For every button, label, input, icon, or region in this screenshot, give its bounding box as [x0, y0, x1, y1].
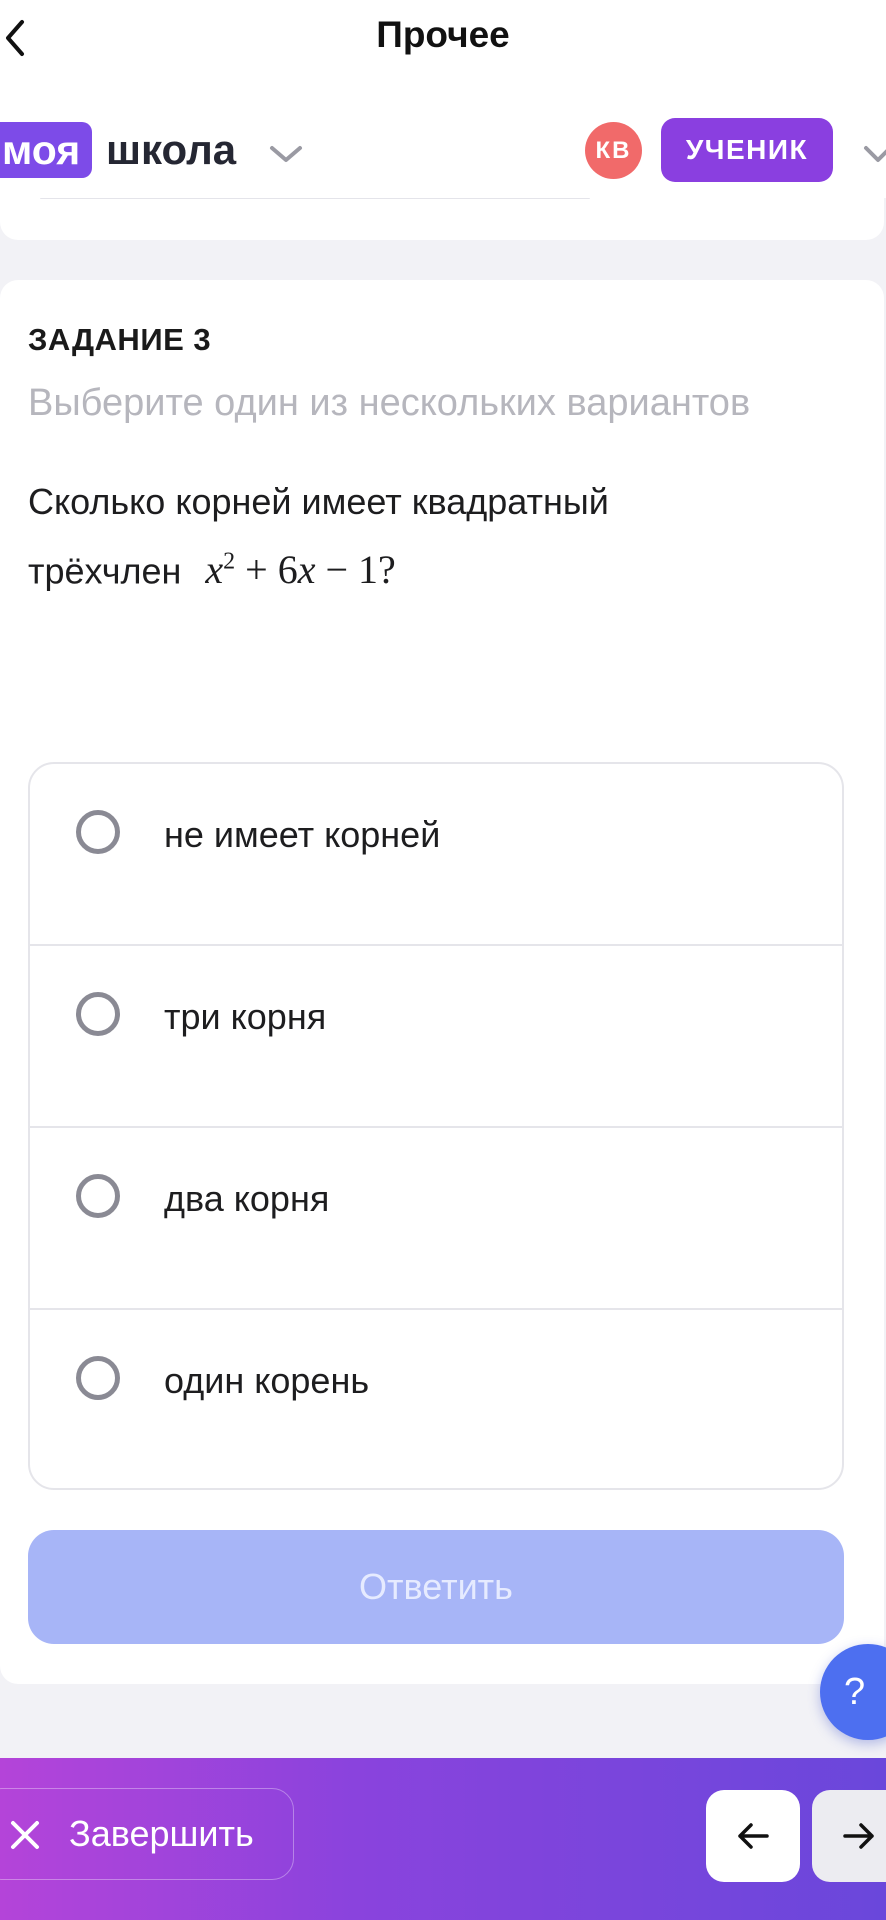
formula: x2 + 6x − 1? [205, 547, 396, 593]
option-label: не имеет корней [164, 814, 441, 855]
avatar[interactable]: КВ [585, 122, 642, 179]
option-label: два корня [164, 1178, 330, 1219]
finish-button[interactable]: Завершить [0, 1788, 294, 1880]
chevron-down-icon[interactable] [268, 144, 304, 169]
next-question-button[interactable] [812, 1790, 886, 1882]
task-instruction: Выберите один из нескольких вариантов [28, 382, 751, 424]
close-icon [7, 1817, 43, 1858]
question-text: Сколько корней имеет квадратный трёхчлен… [28, 472, 848, 601]
answer-options: не имеет корней три корня два корня один… [28, 762, 844, 1490]
radio-button[interactable] [76, 1174, 120, 1218]
top-bar: Прочее [0, 0, 886, 78]
task-number: ЗАДАНИЕ 3 [28, 322, 212, 357]
option-item[interactable]: два корня [30, 1128, 842, 1310]
previous-task-card [0, 198, 884, 240]
prev-question-button[interactable] [706, 1790, 800, 1882]
divider [40, 198, 590, 199]
question-line-1: Сколько корней имеет квадратный [28, 481, 609, 522]
logo-moya[interactable]: моя [0, 122, 93, 178]
question-word: трёхчлен [28, 550, 182, 592]
answer-button[interactable]: Ответить [28, 1530, 844, 1644]
question-line-2: трёхчлен x2 + 6x − 1? [28, 532, 848, 601]
finish-label: Завершить [69, 1813, 254, 1854]
option-label: три корня [164, 996, 327, 1037]
bottom-bar: Завершить [0, 1758, 886, 1920]
logo-shkola[interactable]: школа [106, 122, 236, 178]
option-item[interactable]: один корень [30, 1310, 842, 1488]
option-item[interactable]: не имеет корней [30, 764, 842, 946]
school-header: моя школа КВ УЧЕНИК [0, 108, 886, 199]
chevron-down-icon[interactable] [862, 144, 886, 169]
option-item[interactable]: три корня [30, 946, 842, 1128]
radio-button[interactable] [76, 992, 120, 1036]
option-label: один корень [164, 1360, 370, 1401]
radio-button[interactable] [76, 810, 120, 854]
radio-button[interactable] [76, 1356, 120, 1400]
page-title: Прочее [376, 14, 510, 55]
role-button[interactable]: УЧЕНИК [661, 118, 833, 182]
